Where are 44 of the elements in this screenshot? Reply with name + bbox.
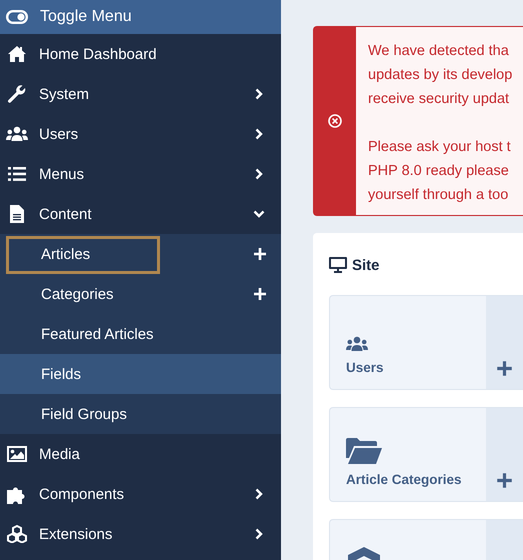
add-button[interactable] xyxy=(253,247,267,261)
chevron-right-icon xyxy=(253,88,265,100)
menu-item[interactable]: Components xyxy=(0,474,281,514)
users-icon xyxy=(6,126,28,142)
menu-item[interactable]: Extensions xyxy=(0,514,281,554)
image-icon xyxy=(7,446,27,462)
menu-item[interactable]: Content xyxy=(0,194,281,234)
toggle-menu-button[interactable]: Toggle Menu xyxy=(0,0,281,34)
alert-message: We have detected tha updates by its develop receive security updat xyxy=(368,42,512,109)
users-icon xyxy=(346,336,368,352)
chevron-down-icon xyxy=(253,208,265,220)
menu-item[interactable]: Media xyxy=(0,434,281,474)
monitor-icon xyxy=(329,257,347,273)
alert-message: Please ask your host t PHP 8.0 ready please yourself through a too xyxy=(368,138,512,205)
plus-icon xyxy=(496,472,513,489)
menu-item[interactable]: System xyxy=(0,74,281,114)
panel-title: Site xyxy=(352,256,380,274)
chevron-right-icon xyxy=(253,128,265,140)
home-icon xyxy=(7,45,27,63)
chevron-right-icon xyxy=(253,168,265,180)
submenu-item[interactable]: Articles xyxy=(0,234,281,274)
folder-icon xyxy=(346,438,382,464)
plus-icon xyxy=(496,360,513,377)
wrench-icon xyxy=(7,84,27,104)
chevron-right-icon xyxy=(253,488,265,500)
add-button[interactable] xyxy=(253,287,267,301)
submenu-item[interactable]: Categories xyxy=(0,274,281,314)
toggle-icon xyxy=(6,10,28,24)
menu-item[interactable]: Users xyxy=(0,114,281,154)
submenu-item[interactable]: Fields xyxy=(0,354,281,394)
card-label[interactable]: Users xyxy=(346,360,486,375)
menu-item[interactable]: Home Dashboard xyxy=(0,34,281,74)
card-label[interactable]: Article Categories xyxy=(346,472,486,487)
cubes-icon xyxy=(7,525,27,543)
cube-icon xyxy=(346,547,382,560)
menu-item[interactable]: Menus xyxy=(0,154,281,194)
plus-icon xyxy=(253,287,267,301)
chevron-right-icon xyxy=(253,528,265,540)
submenu-item[interactable]: Field Groups xyxy=(0,394,281,434)
document-icon xyxy=(10,205,24,223)
submenu-item[interactable]: Featured Articles xyxy=(0,314,281,354)
plus-icon xyxy=(253,247,267,261)
list-icon xyxy=(8,166,26,182)
error-circle-icon xyxy=(328,114,342,128)
